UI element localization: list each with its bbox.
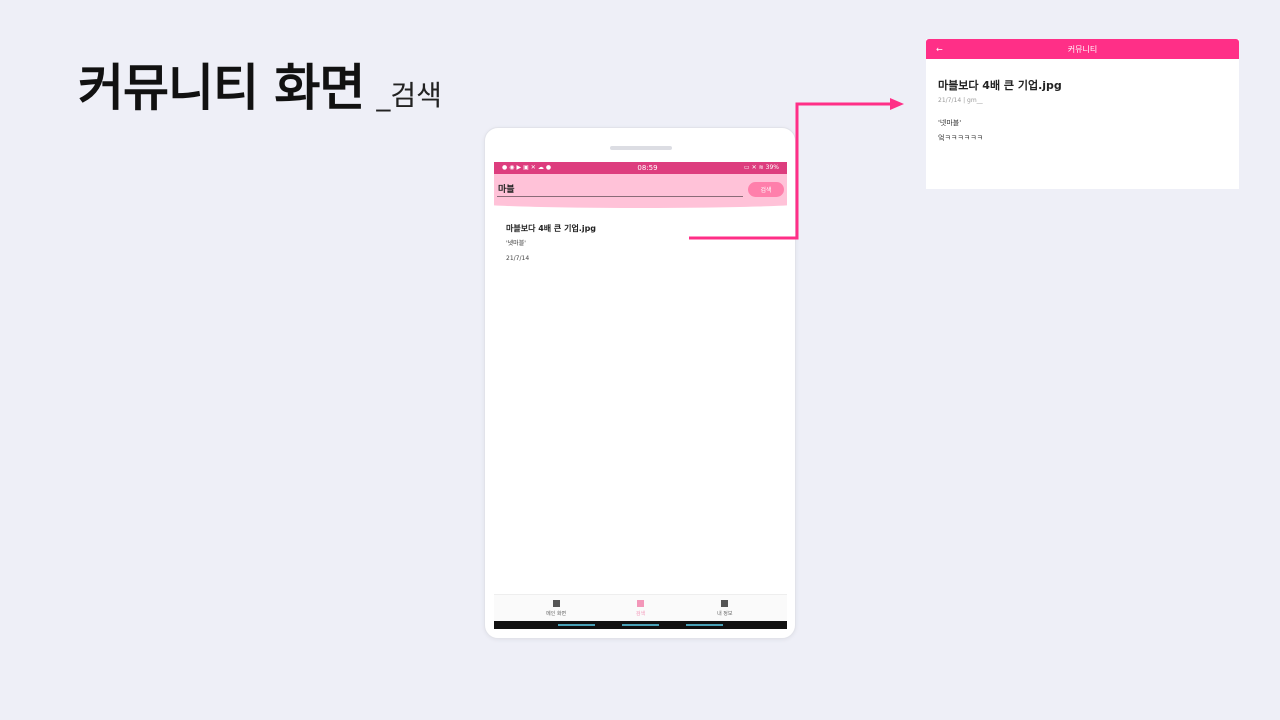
sys-back-handle[interactable]	[558, 624, 595, 626]
slide-title-subtitle: _검색	[376, 79, 442, 112]
tablet-speaker	[610, 146, 672, 150]
detail-meta: 21/7/14 | gm__	[938, 97, 1227, 104]
tablet-screen: ● ◉ ▶ ▣ ✕ ☁ ● 08:59 ▭ ✕ ≋ 39% 검색 마블보다 4배…	[494, 162, 787, 629]
detail-content: 엌ㅋㅋㅋㅋㅋㅋ	[938, 134, 984, 142]
nav-item-search[interactable]: 검색	[610, 599, 670, 617]
result-date: 21/7/14	[506, 255, 530, 262]
nav-item-profile[interactable]: 내 정보	[695, 599, 755, 617]
profile-icon	[721, 599, 729, 607]
detail-header: ← 커뮤니티	[926, 39, 1239, 59]
search-icon	[636, 599, 644, 607]
result-title: 마블보다 4배 큰 기업.jpg	[506, 224, 597, 233]
cloud-icon: ☁	[537, 164, 544, 171]
detail-meta-separator: |	[963, 97, 966, 104]
detail-body: 마블보다 4배 큰 기업.jpg 21/7/14 | gm__ '넷마블' 엌ㅋ…	[926, 59, 1239, 143]
search-bar-wave	[494, 204, 787, 211]
tablet-mockup: ● ◉ ▶ ▣ ✕ ☁ ● 08:59 ▭ ✕ ≋ 39% 검색 마블보다 4배…	[484, 127, 796, 639]
nav-item-home[interactable]: 메인 화면	[526, 599, 586, 617]
sys-home-handle[interactable]	[622, 624, 659, 626]
status-left-icons: ● ◉ ▶ ▣ ✕ ☁ ●	[502, 165, 551, 171]
search-bar: 검색	[494, 174, 787, 204]
vibrate-icon: ▭	[743, 164, 750, 171]
circle-icon: ●	[545, 164, 552, 171]
play-icon: ▶	[516, 164, 522, 171]
arrow-head-icon	[890, 98, 904, 110]
detail-date: 21/7/14	[938, 97, 962, 104]
sys-recent-handle[interactable]	[686, 624, 723, 626]
list-item[interactable]: 마블보다 4배 큰 기업.jpg '넷마블' 21/7/14	[494, 211, 787, 262]
slide-title-main: 커뮤니티 화면	[78, 59, 365, 117]
back-arrow-icon[interactable]: ←	[936, 45, 943, 54]
search-input[interactable]	[497, 181, 743, 197]
wifi-icon: ≋	[758, 164, 764, 171]
home-icon	[552, 599, 560, 607]
bottom-nav: 메인 화면 검색 내 정보	[494, 594, 787, 621]
system-navigation-bar	[494, 621, 787, 629]
nav-label: 검색	[635, 610, 646, 617]
detail-author: gm__	[967, 97, 983, 104]
status-right-icons: ▭ ✕ ≋ 39%	[744, 165, 779, 171]
nav-label: 메인 화면	[546, 610, 567, 617]
status-time: 08:59	[637, 164, 658, 172]
search-button[interactable]: 검색	[748, 181, 784, 197]
battery-level: 39%	[765, 164, 779, 171]
detail-header-title: 커뮤니티	[1067, 44, 1098, 54]
result-tag: '넷마블'	[506, 240, 526, 247]
nav-label: 내 정보	[717, 610, 733, 617]
mute-icon: ✕	[751, 164, 757, 171]
circle-icon: ◉	[509, 164, 515, 171]
status-bar: ● ◉ ▶ ▣ ✕ ☁ ● 08:59 ▭ ✕ ≋ 39%	[494, 162, 787, 174]
detail-post-title: 마블보다 4배 큰 기업.jpg	[938, 79, 1062, 92]
close-icon: ✕	[530, 164, 536, 171]
slide-title: 커뮤니티 화면 _검색	[78, 48, 442, 120]
detail-tag: '넷마블'	[938, 119, 962, 127]
post-detail-panel: ← 커뮤니티 마블보다 4배 큰 기업.jpg 21/7/14 | gm__ '…	[926, 39, 1239, 189]
image-icon: ▣	[523, 164, 529, 171]
record-icon: ●	[502, 164, 508, 171]
